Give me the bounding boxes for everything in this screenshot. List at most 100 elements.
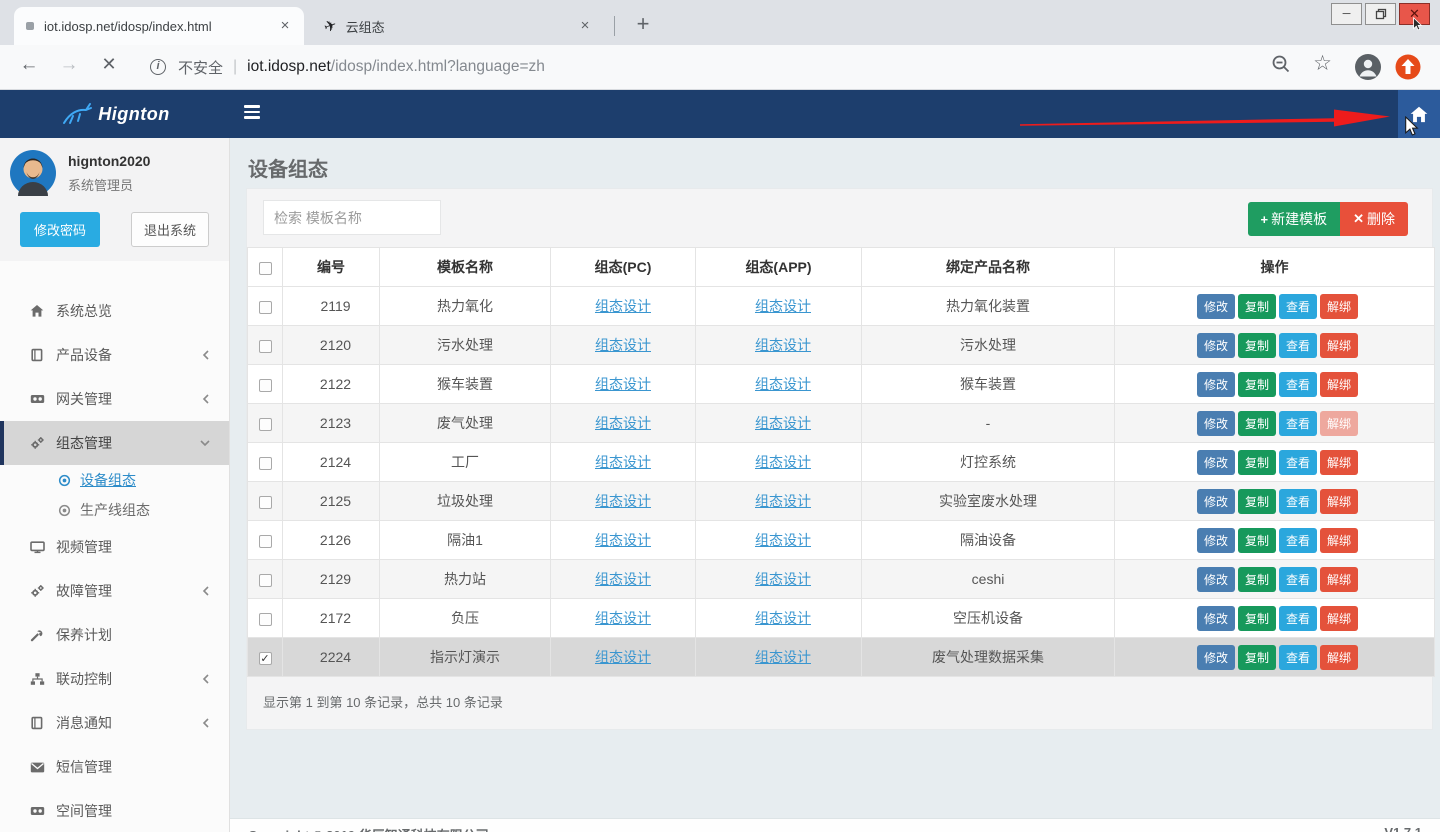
- profile-icon[interactable]: [1354, 53, 1382, 84]
- sidebar-item-消息通知[interactable]: 消息通知: [0, 701, 229, 745]
- copy-action-button[interactable]: 复制: [1238, 489, 1276, 514]
- sidebar-item-系统总览[interactable]: 系统总览: [0, 289, 229, 333]
- copy-action-button[interactable]: 复制: [1238, 450, 1276, 475]
- pc-config-link[interactable]: 组态设计: [595, 571, 651, 587]
- browser-tab-cloud[interactable]: ✈ 云组态 ×: [312, 7, 604, 45]
- pc-config-link[interactable]: 组态设计: [595, 376, 651, 392]
- sidebar-item-联动控制[interactable]: 联动控制: [0, 657, 229, 701]
- app-config-link[interactable]: 组态设计: [755, 493, 811, 509]
- edit-action-button[interactable]: 修改: [1197, 372, 1235, 397]
- edit-action-button[interactable]: 修改: [1197, 450, 1235, 475]
- new-tab-button[interactable]: +: [628, 10, 658, 40]
- pc-config-link[interactable]: 组态设计: [595, 454, 651, 470]
- restore-icon[interactable]: [1365, 3, 1396, 25]
- unbind-action-button[interactable]: 解绑: [1320, 645, 1358, 670]
- sidebar-item-保养计划[interactable]: 保养计划: [0, 613, 229, 657]
- browser-tab-active[interactable]: iot.idosp.net/idosp/index.html ×: [14, 7, 304, 45]
- back-icon[interactable]: ←: [16, 54, 42, 76]
- stop-icon[interactable]: ✕: [96, 54, 122, 75]
- app-config-link[interactable]: 组态设计: [755, 649, 811, 665]
- view-action-button[interactable]: 查看: [1279, 528, 1317, 553]
- menu-icon[interactable]: [244, 105, 260, 122]
- submenu-item-生产线组态[interactable]: 生产线组态: [0, 495, 229, 525]
- edit-action-button[interactable]: 修改: [1197, 489, 1235, 514]
- app-config-link[interactable]: 组态设计: [755, 376, 811, 392]
- row-checkbox[interactable]: [259, 535, 272, 548]
- copy-action-button[interactable]: 复制: [1238, 333, 1276, 358]
- view-action-button[interactable]: 查看: [1279, 450, 1317, 475]
- pc-config-link[interactable]: 组态设计: [595, 298, 651, 314]
- change-password-button[interactable]: 修改密码: [20, 212, 100, 247]
- url-bar[interactable]: i 不安全 | iot.idosp.net/idosp/index.html?l…: [150, 55, 545, 79]
- close-icon[interactable]: ✕: [1399, 3, 1430, 25]
- zoom-out-icon[interactable]: [1270, 53, 1292, 78]
- edit-action-button[interactable]: 修改: [1197, 411, 1235, 436]
- app-config-link[interactable]: 组态设计: [755, 337, 811, 353]
- select-all-checkbox[interactable]: [259, 262, 272, 275]
- pc-config-link[interactable]: 组态设计: [595, 610, 651, 626]
- copy-action-button[interactable]: 复制: [1238, 294, 1276, 319]
- app-config-link[interactable]: 组态设计: [755, 571, 811, 587]
- unbind-action-button[interactable]: 解绑: [1320, 372, 1358, 397]
- tab-close-icon[interactable]: ×: [276, 17, 294, 35]
- logout-button[interactable]: 退出系统: [131, 212, 209, 247]
- app-config-link[interactable]: 组态设计: [755, 454, 811, 470]
- unbind-action-button[interactable]: 解绑: [1320, 411, 1358, 436]
- sidebar-item-视频管理[interactable]: 视频管理: [0, 525, 229, 569]
- view-action-button[interactable]: 查看: [1279, 294, 1317, 319]
- view-action-button[interactable]: 查看: [1279, 411, 1317, 436]
- app-config-link[interactable]: 组态设计: [755, 298, 811, 314]
- copy-action-button[interactable]: 复制: [1238, 528, 1276, 553]
- home-button[interactable]: [1398, 90, 1440, 138]
- search-input[interactable]: [263, 200, 441, 235]
- row-checkbox[interactable]: [259, 496, 272, 509]
- app-config-link[interactable]: 组态设计: [755, 610, 811, 626]
- view-action-button[interactable]: 查看: [1279, 567, 1317, 592]
- pc-config-link[interactable]: 组态设计: [595, 337, 651, 353]
- view-action-button[interactable]: 查看: [1279, 489, 1317, 514]
- edit-action-button[interactable]: 修改: [1197, 567, 1235, 592]
- sidebar-item-空间管理[interactable]: 空间管理: [0, 789, 229, 832]
- row-checkbox[interactable]: [259, 457, 272, 470]
- row-checkbox[interactable]: [259, 574, 272, 587]
- delete-button[interactable]: ✕删除: [1340, 202, 1408, 236]
- copy-action-button[interactable]: 复制: [1238, 411, 1276, 436]
- view-action-button[interactable]: 查看: [1279, 645, 1317, 670]
- edit-action-button[interactable]: 修改: [1197, 528, 1235, 553]
- unbind-action-button[interactable]: 解绑: [1320, 294, 1358, 319]
- edit-action-button[interactable]: 修改: [1197, 606, 1235, 631]
- minimize-icon[interactable]: ─: [1331, 3, 1362, 25]
- sidebar-item-产品设备[interactable]: 产品设备: [0, 333, 229, 377]
- row-checkbox[interactable]: [259, 340, 272, 353]
- view-action-button[interactable]: 查看: [1279, 333, 1317, 358]
- star-icon[interactable]: ☆: [1313, 51, 1332, 76]
- view-action-button[interactable]: 查看: [1279, 372, 1317, 397]
- pc-config-link[interactable]: 组态设计: [595, 415, 651, 431]
- app-config-link[interactable]: 组态设计: [755, 532, 811, 548]
- unbind-action-button[interactable]: 解绑: [1320, 528, 1358, 553]
- row-checkbox[interactable]: [259, 613, 272, 626]
- create-template-button[interactable]: +新建模板: [1248, 202, 1341, 236]
- sidebar-item-短信管理[interactable]: 短信管理: [0, 745, 229, 789]
- sidebar-item-组态管理[interactable]: 组态管理: [0, 421, 229, 465]
- pc-config-link[interactable]: 组态设计: [595, 649, 651, 665]
- pc-config-link[interactable]: 组态设计: [595, 532, 651, 548]
- app-config-link[interactable]: 组态设计: [755, 415, 811, 431]
- pc-config-link[interactable]: 组态设计: [595, 493, 651, 509]
- extension-icon[interactable]: [1394, 53, 1422, 84]
- edit-action-button[interactable]: 修改: [1197, 294, 1235, 319]
- copy-action-button[interactable]: 复制: [1238, 372, 1276, 397]
- submenu-item-设备组态[interactable]: 设备组态: [0, 465, 229, 495]
- row-checkbox[interactable]: ✓: [259, 652, 272, 665]
- unbind-action-button[interactable]: 解绑: [1320, 450, 1358, 475]
- row-checkbox[interactable]: [259, 379, 272, 392]
- row-checkbox[interactable]: [259, 301, 272, 314]
- unbind-action-button[interactable]: 解绑: [1320, 333, 1358, 358]
- unbind-action-button[interactable]: 解绑: [1320, 567, 1358, 592]
- sidebar-item-故障管理[interactable]: 故障管理: [0, 569, 229, 613]
- unbind-action-button[interactable]: 解绑: [1320, 489, 1358, 514]
- row-checkbox[interactable]: [259, 418, 272, 431]
- copy-action-button[interactable]: 复制: [1238, 645, 1276, 670]
- info-icon[interactable]: i: [150, 59, 166, 75]
- edit-action-button[interactable]: 修改: [1197, 645, 1235, 670]
